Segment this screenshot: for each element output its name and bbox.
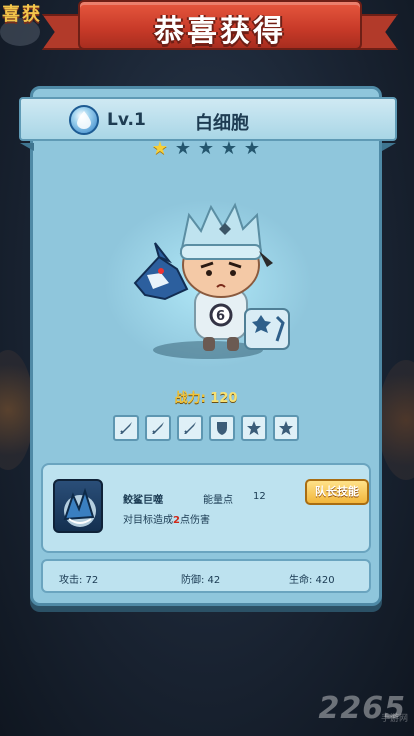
character-name: 白细胞 [195, 113, 249, 134]
character-level: Lv.1 [107, 110, 146, 130]
character-art: 6 [33, 169, 379, 379]
star-rating: ★ ★ ★ ★ ★ [33, 139, 379, 159]
header-fold-left [20, 143, 34, 151]
shield-icon[interactable] [209, 415, 235, 441]
skill-panel: 鲛鲨巨噬 能量点 12 对目标造成2点伤害 队长技能 [41, 463, 371, 553]
stats-bar: 攻击: 72 防御: 42 生命: 420 [41, 559, 371, 593]
sword-icon[interactable] [145, 415, 171, 441]
skill-desc-prefix: 对目标造成 [123, 515, 173, 526]
background-orb-left [0, 350, 34, 470]
reward-banner: 恭喜获得 [42, 0, 398, 56]
skill-desc-number: 2 [173, 515, 180, 526]
water-element-icon [69, 105, 99, 135]
star-empty-icon: ★ [197, 138, 215, 159]
card-header: Lv.1 白细胞 [19, 97, 397, 151]
star-empty-icon: ★ [174, 138, 192, 159]
svg-text:6: 6 [216, 309, 225, 324]
hp-stat: 生命: 420 [289, 575, 335, 586]
banner-body: 恭喜获得 [78, 0, 362, 50]
energy-label: 能量点 [203, 495, 233, 506]
star-empty-icon: ★ [220, 138, 238, 159]
star-icon[interactable] [241, 415, 267, 441]
header-fold-right [382, 143, 396, 151]
background-orb-right [378, 360, 414, 480]
star-icon[interactable] [273, 415, 299, 441]
energy-value: 12 [253, 491, 266, 502]
shark-skill-icon[interactable] [53, 479, 103, 533]
background-text: 喜获 [2, 4, 42, 25]
character-card: Lv.1 白细胞 ★ ★ ★ ★ ★ 6 战力: 120 鲛鲨巨噬 能量点 12… [19, 86, 397, 606]
star-filled-icon: ★ [151, 138, 169, 159]
shark-pet-icon [133, 242, 189, 301]
star-empty-icon: ★ [243, 138, 261, 159]
equipment-slots [113, 415, 299, 441]
sword-icon[interactable] [113, 415, 139, 441]
leader-skill-button[interactable]: 队长技能 [305, 479, 369, 505]
power-label: 战力: [174, 391, 206, 406]
power-value: 120 [210, 391, 238, 406]
banner-title: 恭喜获得 [154, 14, 286, 49]
hero-character-image: 6 [133, 202, 290, 351]
skill-desc-suffix: 点伤害 [179, 515, 210, 526]
combat-power: 战力: 120 [33, 387, 379, 406]
sword-icon[interactable] [177, 415, 203, 441]
skill-description: 对目标造成2点伤害 [123, 511, 210, 526]
attack-stat: 攻击: 72 [59, 575, 99, 586]
defense-stat: 防御: 42 [181, 575, 221, 586]
watermark-subtext: 手游网 [380, 714, 408, 724]
skill-name: 鲛鲨巨噬 [123, 495, 163, 506]
